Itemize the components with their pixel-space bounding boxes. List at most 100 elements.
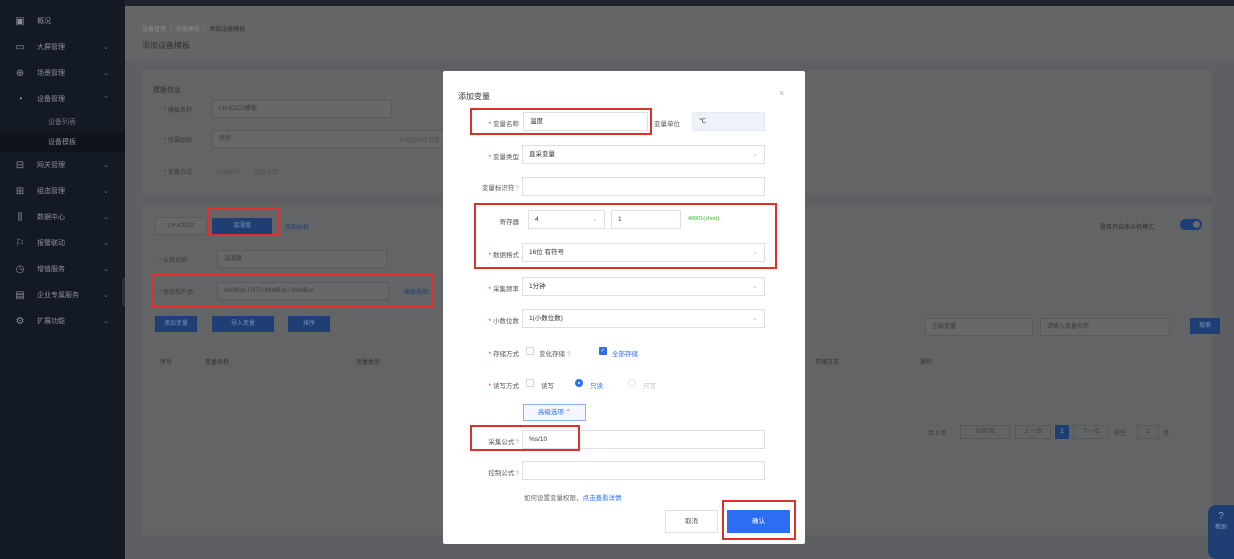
register-address-input[interactable]: 1 xyxy=(611,210,681,229)
sidebar-item-gateway[interactable]: ⊟ 网关管理 ⌄ xyxy=(0,152,125,178)
sidebar-subitem-device-template[interactable]: 设备模板 xyxy=(0,132,125,152)
protocol-advanced-link[interactable]: 高级选项 xyxy=(404,287,428,296)
pager-next-button[interactable]: 下一页 xyxy=(1073,425,1109,439)
multi-slave-label: 是否开启多从机模式 xyxy=(1100,225,1155,231)
var-unit-label: 变量单位 xyxy=(654,121,680,128)
var-type-select[interactable]: 直采变量 ⌄ xyxy=(522,145,765,164)
sidebar-subitem-device-list[interactable]: 设备列表 xyxy=(0,112,125,132)
breadcrumb-item: 添加设备模板 xyxy=(209,27,246,33)
template-name-input[interactable]: LH-IO222模板 xyxy=(212,100,392,118)
field-label: * 采集方式 xyxy=(164,170,193,176)
variable-search-input[interactable]: 请输入变量名称 xyxy=(1040,318,1170,336)
sidebar-item-device[interactable]: ◔ 设备管理 ⌃ xyxy=(0,86,125,112)
help-icon: ? xyxy=(1218,511,1224,522)
data-format-select[interactable]: 16位 有符号 ⌄ xyxy=(522,243,765,262)
pager-size-select[interactable]: 10条/页 xyxy=(960,425,1010,439)
sidebar-item-label: 数据中心 xyxy=(37,214,65,221)
control-formula-input[interactable] xyxy=(522,461,765,480)
data-icon: ⫼ xyxy=(17,211,23,223)
multi-slave-toggle[interactable] xyxy=(1180,219,1202,230)
collect-option[interactable]: 边缘计算 xyxy=(254,167,278,176)
collect-formula-label: 采集公式? xyxy=(488,439,519,446)
advanced-options-button[interactable]: 高级选项 ⌃ xyxy=(523,404,586,421)
add-slave-link[interactable]: 添加从机 xyxy=(285,222,309,231)
storage-all-checkbox[interactable]: ✓ xyxy=(599,347,607,355)
decimals-select[interactable]: 1(小数位数) ⌄ xyxy=(522,309,765,328)
help-label: 帮助 xyxy=(1214,525,1227,531)
pager-prev-button[interactable]: 上一页 xyxy=(1015,425,1051,439)
protocol-select[interactable]: ModBus / RTU ModBus / ModBus xyxy=(217,282,389,300)
dialog-title: 添加变量 xyxy=(458,92,490,101)
rw-label: * 读写方式 xyxy=(488,383,519,390)
rw-readwrite-radio[interactable] xyxy=(526,379,534,387)
sidebar-item-screen[interactable]: ▭ 大屏管理 ⌄ xyxy=(0,34,125,60)
close-icon[interactable]: × xyxy=(779,88,784,98)
data-format-label: * 数据格式 xyxy=(488,252,519,259)
help-button[interactable]: ? 帮助 xyxy=(1208,505,1234,559)
device-tab[interactable]: LH-IO222 xyxy=(155,217,207,235)
storage-change-label: 变化存储 ? xyxy=(539,351,571,358)
register-type-select[interactable]: 4 ⌄ xyxy=(528,210,605,229)
identifier-label: 变量标识符? xyxy=(481,185,519,192)
decimals-label: * 小数位数 xyxy=(488,318,519,325)
chevron-down-icon: ⌄ xyxy=(103,292,109,299)
add-variable-button[interactable]: 添加变量 xyxy=(155,316,197,332)
rw-readonly-radio[interactable] xyxy=(575,379,583,387)
sidebar-item-value-added[interactable]: ◷ 增值服务 ⌄ xyxy=(0,256,125,282)
var-name-input[interactable]: 温度 xyxy=(523,112,648,131)
pager-goto-input[interactable]: 1 xyxy=(1137,425,1159,439)
import-variable-button[interactable]: 导入变量 xyxy=(212,316,274,332)
chevron-down-icon: ⌄ xyxy=(752,283,758,290)
sidebar-item-enterprise[interactable]: ▤ 企业专属服务 ⌄ xyxy=(0,282,125,308)
sort-button[interactable]: 排序 xyxy=(288,316,330,332)
slave-name-input[interactable]: 温湿度 xyxy=(217,250,387,268)
table-header-name: 变量名称 xyxy=(205,360,230,366)
extend-icon: ⚙ xyxy=(15,315,25,327)
rw-readonly-label: 只读 xyxy=(590,383,603,390)
register-hint: 40001(short) xyxy=(688,216,720,222)
sidebar-item-overview[interactable]: ▣ 概况 xyxy=(0,8,125,34)
alarm-icon: ⚐ xyxy=(15,237,25,249)
table-header-operation: 操作 xyxy=(920,360,933,366)
chevron-down-icon: ⌄ xyxy=(103,188,109,195)
rw-writeonly-radio[interactable] xyxy=(628,379,636,387)
breadcrumb-item[interactable]: 设备模板 xyxy=(176,27,200,33)
table-header-no: 序号 xyxy=(160,360,173,366)
collect-formula-input[interactable]: %s/10 xyxy=(522,430,765,449)
identifier-input[interactable] xyxy=(522,177,765,196)
field-label: * 模板名称 xyxy=(164,108,193,114)
sidebar-item-label: 设备管理 xyxy=(37,96,65,103)
frequency-select[interactable]: 1分钟 ⌄ xyxy=(522,277,765,296)
var-unit-input[interactable]: ℃ xyxy=(692,112,765,131)
field-label: * 从机名称 xyxy=(159,258,188,264)
confirm-button[interactable]: 确认 xyxy=(727,510,790,533)
question-icon: ? xyxy=(515,470,519,477)
sidebar-item-data[interactable]: ⫼ 数据中心 ⌄ xyxy=(0,204,125,230)
sidebar-item-scene[interactable]: ⊕ 场景管理 ⌄ xyxy=(0,60,125,86)
sidebar-item-extend[interactable]: ⚙ 扩展功能 ⌄ xyxy=(0,308,125,334)
sidebar-item-config[interactable]: ⊞ 组态管理 ⌄ xyxy=(0,178,125,204)
question-icon: ? xyxy=(566,351,571,358)
device-icon: ◔ xyxy=(16,93,24,105)
sidebar-item-alarm[interactable]: ⚐ 报警联动 ⌄ xyxy=(0,230,125,256)
grid-icon: ⊟ xyxy=(15,159,25,171)
storage-change-checkbox[interactable] xyxy=(526,347,534,355)
sidebar-item-label: 企业专属服务 xyxy=(37,292,79,299)
slave-tab[interactable]: 温湿度 xyxy=(212,218,272,234)
permission-detail-link[interactable]: 点击查看详情 xyxy=(583,495,622,502)
chevron-down-icon: ⌄ xyxy=(752,151,758,158)
clock-icon: ◷ xyxy=(15,263,25,275)
pager-current-page[interactable]: 1 xyxy=(1055,425,1069,439)
var-type-label: * 变量类型 xyxy=(488,154,519,161)
chevron-down-icon: ⌄ xyxy=(103,318,109,325)
collect-option[interactable]: 云端轮询 xyxy=(216,167,240,176)
field-label: * 协议和产品 xyxy=(159,290,194,296)
search-button[interactable]: 搜索 xyxy=(1190,318,1220,334)
page-header xyxy=(125,6,1234,60)
rw-writeonly-label: 只写 xyxy=(643,383,656,390)
chevron-down-icon: ⌄ xyxy=(752,315,758,322)
cancel-button[interactable]: 取消 xyxy=(665,510,718,533)
variable-filter-select[interactable]: 全部变量 xyxy=(925,318,1033,336)
sidebar-item-label: 大屏管理 xyxy=(37,44,65,51)
breadcrumb-item[interactable]: 设备管理 xyxy=(142,27,166,33)
